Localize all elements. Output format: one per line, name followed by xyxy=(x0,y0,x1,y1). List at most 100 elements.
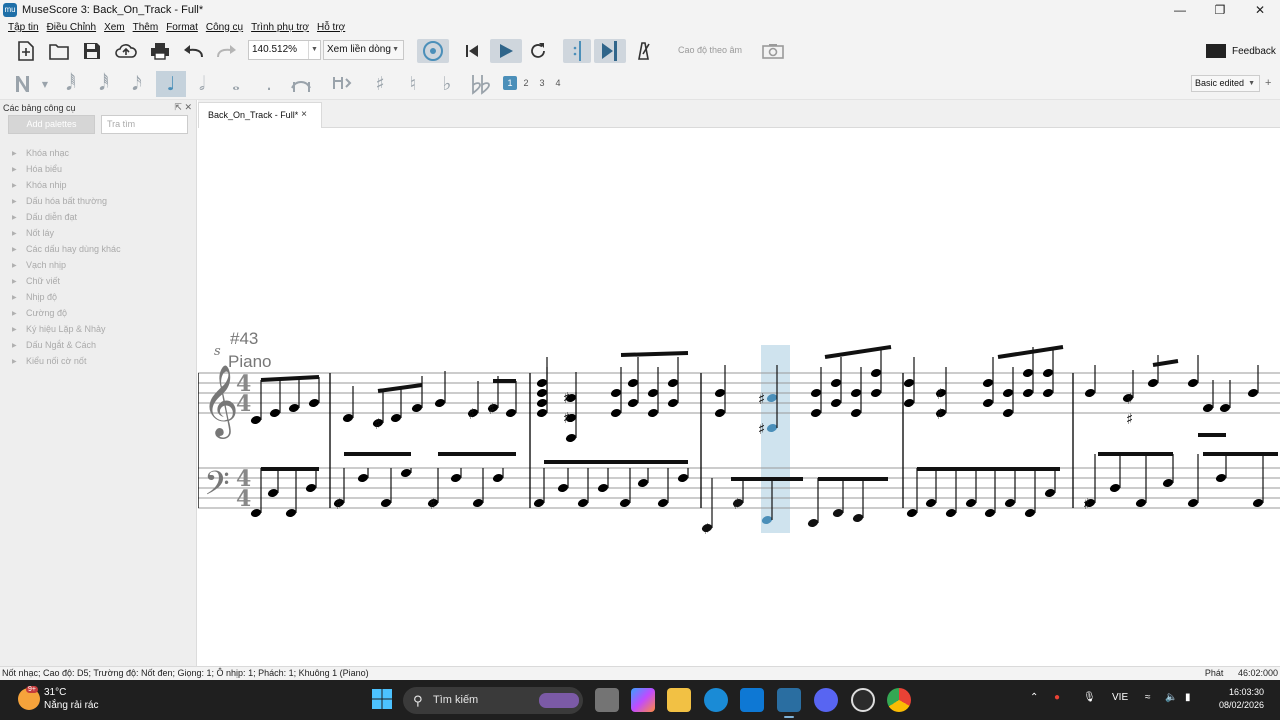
tie-button[interactable] xyxy=(289,71,315,97)
network-status-icon[interactable]: ● xyxy=(1054,692,1060,703)
workspace-value: Basic edited xyxy=(1195,78,1245,88)
menu-edit[interactable]: Điều Chỉnh xyxy=(47,22,96,33)
palette-item[interactable]: ▶ Nhịp độ xyxy=(12,289,121,305)
loop-button[interactable] xyxy=(525,39,551,63)
voice-1-button[interactable]: 1 xyxy=(503,76,517,90)
note-head xyxy=(536,379,548,387)
open-button[interactable] xyxy=(46,39,72,63)
zoom-field[interactable]: 140.512% ▼ xyxy=(248,40,321,60)
palette-search-input[interactable]: Tra tìm xyxy=(101,115,188,134)
close-icon[interactable]: × xyxy=(301,103,307,127)
sharp-button[interactable]: ♯ xyxy=(367,71,393,97)
weather-widget[interactable]: 9+ 31°C Nắng rải rác xyxy=(18,686,98,712)
note-input-toggle-button[interactable] xyxy=(417,39,449,63)
menu-tools[interactable]: Công cụ xyxy=(206,22,243,33)
palette-item[interactable]: ▶ Kiểu nối cờ nốt xyxy=(12,353,121,369)
menu-file[interactable]: Tập tin xyxy=(8,22,39,33)
voice-3-button[interactable]: 3 xyxy=(535,76,549,90)
workspace-select[interactable]: Basic edited ▼ xyxy=(1191,75,1260,92)
loop-in-button[interactable] xyxy=(563,39,591,63)
menu-add[interactable]: Thêm xyxy=(133,22,159,33)
save-button[interactable] xyxy=(79,39,105,63)
loop-out-button[interactable] xyxy=(594,39,626,63)
sharp-accidental: ♯ xyxy=(1126,410,1133,428)
discord-icon[interactable] xyxy=(814,688,838,712)
chrome-icon[interactable] xyxy=(887,688,911,712)
double-flat-button[interactable] xyxy=(468,71,494,97)
start-button[interactable] xyxy=(371,688,395,712)
palette-item[interactable]: ▶ Khóa nhạc xyxy=(12,145,121,161)
natural-button[interactable]: ♮ xyxy=(400,71,426,97)
note-head xyxy=(1002,409,1014,417)
task-view-icon[interactable] xyxy=(595,688,619,712)
palette-item[interactable]: ▶ Khóa nhịp xyxy=(12,177,121,193)
rewind-button[interactable] xyxy=(459,39,485,63)
restore-button[interactable]: ❐ xyxy=(1200,0,1240,20)
flat-button[interactable]: ♭ xyxy=(434,71,460,97)
palette-item[interactable]: ▶ Các dấu hay dùng khác xyxy=(12,241,121,257)
microphone-icon[interactable]: 🎙 xyxy=(1083,692,1096,703)
concert-pitch-toggle[interactable]: Cao độ theo âm xyxy=(678,45,742,55)
view-mode-select[interactable]: Xem liền dòng ▼ xyxy=(323,40,404,60)
metronome-button[interactable] xyxy=(630,39,656,63)
score-canvas[interactable]: #43 Piano s 𝄞 𝄢 4 4 4 4 ♯ ♯ ♯ ♯ ♯ ♯ ♯ ♯ ♯ ♯ ♯ ♯ ♯ ♯ ♯ ♯ xyxy=(198,129,1280,666)
print-button[interactable] xyxy=(147,39,173,63)
add-palettes-button[interactable]: Add palettes xyxy=(8,115,95,134)
palette-item[interactable]: ▶ Nốt láy xyxy=(12,225,121,241)
redo-button[interactable] xyxy=(214,39,240,63)
sixteenth-note-button[interactable]: 𝅘𝅥𝅯 xyxy=(124,71,150,97)
chevron-up-icon[interactable]: ⌃ xyxy=(1030,692,1038,703)
play-button[interactable] xyxy=(490,39,522,63)
menu-plugins[interactable]: Trình phụ trợ xyxy=(251,22,309,33)
language-indicator[interactable]: VIE xyxy=(1112,692,1128,703)
palette-item[interactable]: ▶ Chữ viết xyxy=(12,273,121,289)
palette-item[interactable]: ▶ Ký hiệu Lặp & Nhảy xyxy=(12,321,121,337)
system-clock[interactable]: 16:03:30 08/02/2026 xyxy=(1219,686,1264,712)
sixty-fourth-note-button[interactable]: 𝅘𝅥𝅲 xyxy=(58,71,84,97)
quarter-note-button[interactable]: ♩ xyxy=(156,71,186,97)
add-workspace-button[interactable]: + xyxy=(1265,77,1271,89)
score-svg[interactable]: #43 Piano s 𝄞 𝄢 4 4 4 4 ♯♯ ♯♯♯♯♯♯♯♯♯♯ ♯♯♯ ♯ xyxy=(198,129,1280,666)
image-capture-button[interactable] xyxy=(760,39,786,63)
new-score-button[interactable] xyxy=(13,39,39,63)
voice-4-button[interactable]: 4 xyxy=(551,76,565,90)
undo-button[interactable] xyxy=(180,39,206,63)
close-window-button[interactable]: ✕ xyxy=(1240,0,1280,20)
feedback-button[interactable]: Feedback xyxy=(1206,42,1276,60)
palette-item[interactable]: ▶ Cường độ xyxy=(12,305,121,321)
copilot-icon[interactable] xyxy=(631,688,655,712)
menu-view[interactable]: Xem xyxy=(104,22,125,33)
palette-item[interactable]: ▶ Dấu Ngắt & Cách xyxy=(12,337,121,353)
flip-direction-button[interactable] xyxy=(328,71,354,97)
close-icon[interactable]: ⇱ ✕ xyxy=(174,102,192,113)
volume-icon[interactable]: 🔈 xyxy=(1165,692,1177,703)
palette-item[interactable]: ▶ Vạch nhịp xyxy=(12,257,121,273)
voice-2-button[interactable]: 2 xyxy=(519,76,533,90)
wifi-icon[interactable]: ≈ xyxy=(1145,692,1151,703)
palette-item[interactable]: ▶ Dấu diễn đạt xyxy=(12,209,121,225)
augmentation-dot-button[interactable]: . xyxy=(256,71,282,97)
note-input-mode-button[interactable] xyxy=(12,71,38,97)
steam-icon[interactable] xyxy=(851,688,875,712)
chevron-down-icon[interactable]: ▼ xyxy=(38,71,52,97)
chevron-down-icon[interactable]: ▼ xyxy=(308,41,320,59)
tab-score[interactable]: Back_On_Track - Full* × xyxy=(198,102,322,128)
menu-format[interactable]: Format xyxy=(166,22,198,33)
search-highlight-icon xyxy=(539,693,579,708)
palette-item[interactable]: ▶ Dấu hóa bất thường xyxy=(12,193,121,209)
musescore-taskbar-icon[interactable] xyxy=(777,688,801,712)
whole-note-button[interactable]: 𝅝 xyxy=(223,71,249,97)
palette-item[interactable]: ▶ Hóa biểu xyxy=(12,161,121,177)
minimize-button[interactable]: — xyxy=(1160,0,1200,20)
note-head xyxy=(250,509,262,517)
treble-clef: 𝄞 xyxy=(202,363,239,439)
battery-icon[interactable]: ▮ xyxy=(1185,692,1191,703)
microsoft-store-icon[interactable] xyxy=(740,688,764,712)
file-explorer-icon[interactable] xyxy=(667,688,691,712)
thirty-second-note-button[interactable]: 𝅘𝅥𝅱 xyxy=(91,71,117,97)
upload-cloud-button[interactable] xyxy=(113,39,139,63)
menu-help[interactable]: Hỗ trợ xyxy=(317,22,345,33)
edge-browser-icon[interactable] xyxy=(704,688,728,712)
half-note-button[interactable]: 𝅗𝅥 xyxy=(189,71,215,97)
taskbar-search[interactable]: ⚲ Tìm kiếm xyxy=(403,687,583,714)
